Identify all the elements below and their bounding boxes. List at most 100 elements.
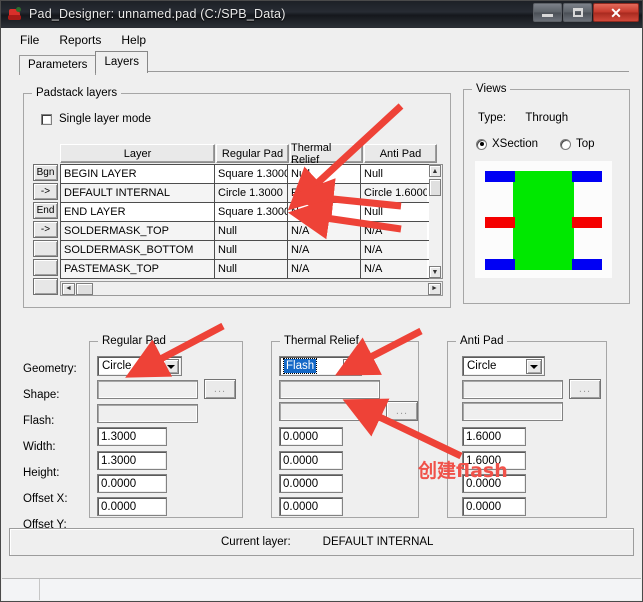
cell-layer: PASTEMASK_TOP <box>61 260 215 278</box>
thermal-relief-offset-y-field[interactable]: 0.0000 <box>279 497 343 516</box>
vertical-scroll-thumb[interactable] <box>429 179 441 196</box>
radio-top[interactable] <box>560 138 572 150</box>
thermal-relief-flash-field[interactable] <box>279 402 380 421</box>
column-header-regular-pad[interactable]: Regular Pad <box>216 144 289 163</box>
regular-pad-width-field[interactable]: 1.3000 <box>97 427 167 446</box>
horizontal-scroll-thumb[interactable] <box>76 282 93 295</box>
anti-pad-offset-y-field[interactable]: 0.0000 <box>462 497 526 516</box>
annotation-note: 创建flash <box>418 460 508 482</box>
app-icon <box>7 6 23 22</box>
anti-pad-flash-field[interactable] <box>462 402 563 421</box>
row-button-6[interactable] <box>33 259 58 276</box>
chevron-down-icon[interactable] <box>526 359 542 374</box>
current-layer-label: Current layer: <box>221 536 291 548</box>
thermal-relief-offset-x-value: 0.0000 <box>283 477 319 490</box>
thermal-relief-width-field[interactable]: 0.0000 <box>279 427 343 446</box>
thermal-relief-flash-browse-button[interactable]: ... <box>386 401 418 421</box>
scroll-left-icon[interactable]: ◄ <box>62 282 75 295</box>
table-horizontal-scrollbar[interactable]: ◄ ► <box>60 281 443 296</box>
row-button-bgn[interactable]: Bgn <box>33 164 58 181</box>
regular-pad-offset-x-field[interactable]: 0.0000 <box>97 474 167 493</box>
radio-xsection[interactable] <box>476 138 487 150</box>
thermal-relief-legend: Thermal Relief <box>280 335 363 347</box>
cell-thermal-relief: Null <box>288 165 361 183</box>
pad-bottom-right <box>572 259 602 270</box>
views-type-value: Through <box>525 112 569 124</box>
minimize-button[interactable] <box>533 3 562 22</box>
regular-pad-shape-field[interactable] <box>97 380 198 399</box>
table-row[interactable]: PASTEMASK_TOP Null N/A N/A <box>61 260 442 278</box>
maximize-button[interactable] <box>563 3 592 22</box>
row-button-7[interactable] <box>33 278 58 295</box>
pad-designer-window: Pad_Designer: unnamed.pad (C:/SPB_Data) … <box>0 0 643 602</box>
table-row[interactable]: BEGIN LAYER Square 1.3000 Null Null <box>61 165 442 184</box>
menu-item-reports[interactable]: Reports <box>49 31 111 49</box>
scroll-right-icon[interactable]: ► <box>428 282 441 295</box>
label-width: Width: <box>23 441 56 453</box>
window-controls: ✕ <box>532 3 639 23</box>
thermal-relief-height-value: 0.0000 <box>283 454 319 467</box>
anti-pad-shape-field[interactable] <box>462 380 563 399</box>
table-row[interactable]: SOLDERMASK_BOTTOM Null N/A N/A <box>61 241 442 260</box>
column-header-anti-pad[interactable]: Anti Pad <box>364 144 437 163</box>
scroll-down-icon[interactable]: ▼ <box>429 266 441 278</box>
cell-layer: SOLDERMASK_TOP <box>61 222 215 240</box>
thermal-relief-offset-y-value: 0.0000 <box>283 500 319 513</box>
anti-pad-geometry-combo[interactable]: Circle <box>462 356 545 376</box>
regular-pad-flash-field[interactable] <box>97 404 198 423</box>
thermal-relief-shape-field[interactable] <box>279 380 380 399</box>
thermal-relief-offset-x-field[interactable]: 0.0000 <box>279 474 343 493</box>
current-layer-panel: Current layer: DEFAULT INTERNAL <box>9 528 634 556</box>
regular-pad-geometry-value: Circle <box>102 360 132 372</box>
regular-pad-shape-browse-button[interactable]: ... <box>204 379 236 399</box>
regular-pad-legend: Regular Pad <box>98 335 170 347</box>
chevron-down-icon[interactable] <box>163 359 179 374</box>
row-button-next2[interactable]: -> <box>33 221 58 238</box>
regular-pad-offset-x-value: 0.0000 <box>101 477 137 490</box>
maximize-icon <box>572 8 583 17</box>
cell-thermal-relief: Flash <box>288 184 361 202</box>
thermal-relief-geometry-combo[interactable]: Flash <box>279 356 362 376</box>
table-row[interactable]: SOLDERMASK_TOP Null N/A N/A <box>61 222 442 241</box>
label-height: Height: <box>23 467 60 479</box>
close-button[interactable]: ✕ <box>593 3 639 22</box>
radio-xsection-label[interactable]: XSection <box>492 138 538 150</box>
cell-anti-pad: Null <box>364 168 383 180</box>
cell-regular-pad: Circle 1.3000 <box>215 184 288 202</box>
tab-strip: Parameters Layers <box>19 51 629 75</box>
anti-pad-width-field[interactable]: 1.6000 <box>462 427 526 446</box>
close-icon: ✕ <box>610 4 622 21</box>
row-button-end[interactable]: End <box>33 202 58 219</box>
tab-parameters[interactable]: Parameters <box>19 55 97 75</box>
xsection-preview <box>474 160 613 279</box>
regular-pad-offset-y-field[interactable]: 0.0000 <box>97 497 167 516</box>
single-layer-mode-checkbox[interactable] <box>41 113 52 125</box>
menu-item-help[interactable]: Help <box>111 31 156 49</box>
regular-pad-geometry-combo[interactable]: Circle <box>97 356 182 376</box>
table-row[interactable]: DEFAULT INTERNAL Circle 1.3000 Flash Cir… <box>61 184 442 203</box>
scroll-up-icon[interactable]: ▲ <box>429 165 441 177</box>
cell-regular-pad: Square 1.3000 <box>215 203 288 221</box>
chevron-down-icon[interactable] <box>343 359 359 374</box>
column-header-thermal-relief[interactable]: Thermal Relief <box>290 142 363 166</box>
radio-top-label[interactable]: Top <box>576 138 595 150</box>
anti-pad-shape-browse-button[interactable]: ... <box>569 379 601 399</box>
regular-pad-height-field[interactable]: 1.3000 <box>97 451 167 470</box>
tab-filler <box>146 71 629 72</box>
cell-regular-pad: Null <box>215 260 288 278</box>
thermal-relief-height-field[interactable]: 0.0000 <box>279 451 343 470</box>
minimize-icon <box>542 14 553 17</box>
anti-pad-width-value: 1.6000 <box>466 430 502 443</box>
cell-thermal-relief: Null <box>288 203 361 221</box>
row-button-next1[interactable]: -> <box>33 183 58 200</box>
row-button-5[interactable] <box>33 240 58 257</box>
single-layer-mode-row[interactable]: Single layer mode <box>41 113 151 125</box>
layer-table: Layer Regular Pad Thermal Relief Anti Pa… <box>60 142 443 296</box>
table-row[interactable]: END LAYER Square 1.3000 Null Null <box>61 203 442 222</box>
cell-layer: SOLDERMASK_BOTTOM <box>61 241 215 259</box>
menu-item-file[interactable]: File <box>10 31 49 49</box>
tab-layers[interactable]: Layers <box>95 51 148 73</box>
table-vertical-scrollbar[interactable]: ▲ ▼ <box>429 164 443 279</box>
column-header-layer[interactable]: Layer <box>60 144 215 163</box>
pad-top-right <box>572 171 602 182</box>
